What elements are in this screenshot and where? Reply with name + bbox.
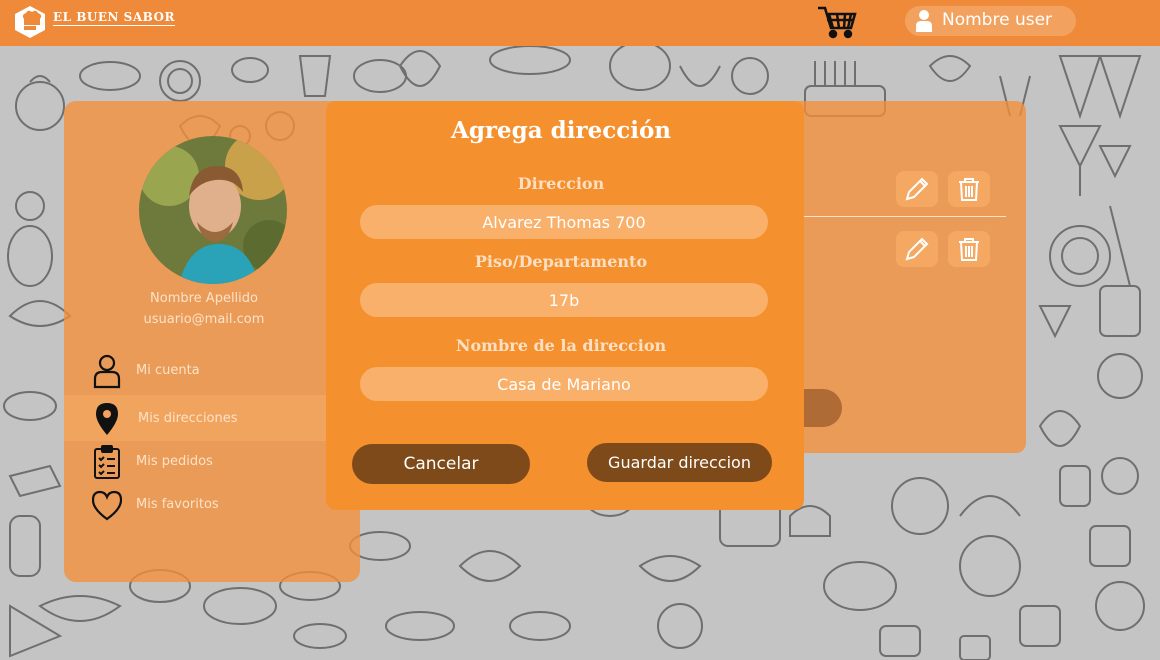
pencil-icon	[905, 177, 929, 201]
map-pin-icon	[96, 403, 118, 435]
delete-address-button[interactable]	[948, 231, 990, 267]
trash-icon	[959, 238, 979, 261]
address-divider	[800, 216, 1006, 217]
menu-item-label: Mis favoritos	[136, 497, 219, 512]
address-field-label: Direccion	[517, 174, 605, 193]
shopping-cart-icon[interactable]	[816, 4, 858, 40]
person-outline-icon	[93, 354, 121, 389]
edit-address-button[interactable]	[896, 231, 938, 267]
heart-outline-icon	[92, 490, 122, 521]
modal-title: Agrega dirección	[450, 117, 672, 144]
menu-item-mis-pedidos[interactable]: Mis pedidos	[92, 444, 352, 482]
pencil-icon	[905, 237, 929, 261]
cancel-button[interactable]: Cancelar	[352, 444, 530, 484]
save-address-button[interactable]: Guardar direccion	[587, 443, 772, 482]
menu-item-label: Mis pedidos	[136, 454, 213, 469]
chef-hat-icon[interactable]	[14, 5, 46, 39]
menu-item-mis-direcciones[interactable]: Mis direcciones	[92, 401, 352, 439]
address-name-field-label: Nombre de la direccion	[455, 336, 667, 355]
floor-field-label: Piso/Departamento	[474, 252, 648, 271]
address-list-panel	[780, 101, 1026, 453]
avatar	[139, 136, 287, 284]
trash-icon	[959, 178, 979, 201]
menu-item-mis-favoritos[interactable]: Mis favoritos	[92, 487, 352, 525]
edit-address-button[interactable]	[896, 171, 938, 207]
menu-item-label: Mis direcciones	[138, 411, 238, 426]
profile-name: Nombre Apellido	[150, 291, 258, 306]
address-input[interactable]	[360, 205, 768, 239]
menu-item-label: Mi cuenta	[136, 363, 200, 378]
delete-address-button[interactable]	[948, 171, 990, 207]
user-menu-button[interactable]: Nombre user	[905, 6, 1076, 36]
floor-apartment-input[interactable]	[360, 283, 768, 317]
profile-sidebar: Nombre Apellido usuario@mail.com Mi cuen…	[64, 101, 360, 582]
user-icon	[916, 10, 932, 32]
clipboard-list-icon	[94, 445, 120, 479]
address-name-input[interactable]	[360, 367, 768, 401]
user-name-label: Nombre user	[942, 10, 1053, 30]
add-address-modal: Agrega dirección Direccion Piso/Departam…	[326, 101, 804, 510]
brand-name[interactable]: EL BUEN SABOR	[53, 10, 175, 26]
profile-email: usuario@mail.com	[143, 312, 265, 327]
top-navbar: EL BUEN SABOR Nombre user	[0, 0, 1160, 46]
menu-item-mi-cuenta[interactable]: Mi cuenta	[92, 353, 352, 391]
